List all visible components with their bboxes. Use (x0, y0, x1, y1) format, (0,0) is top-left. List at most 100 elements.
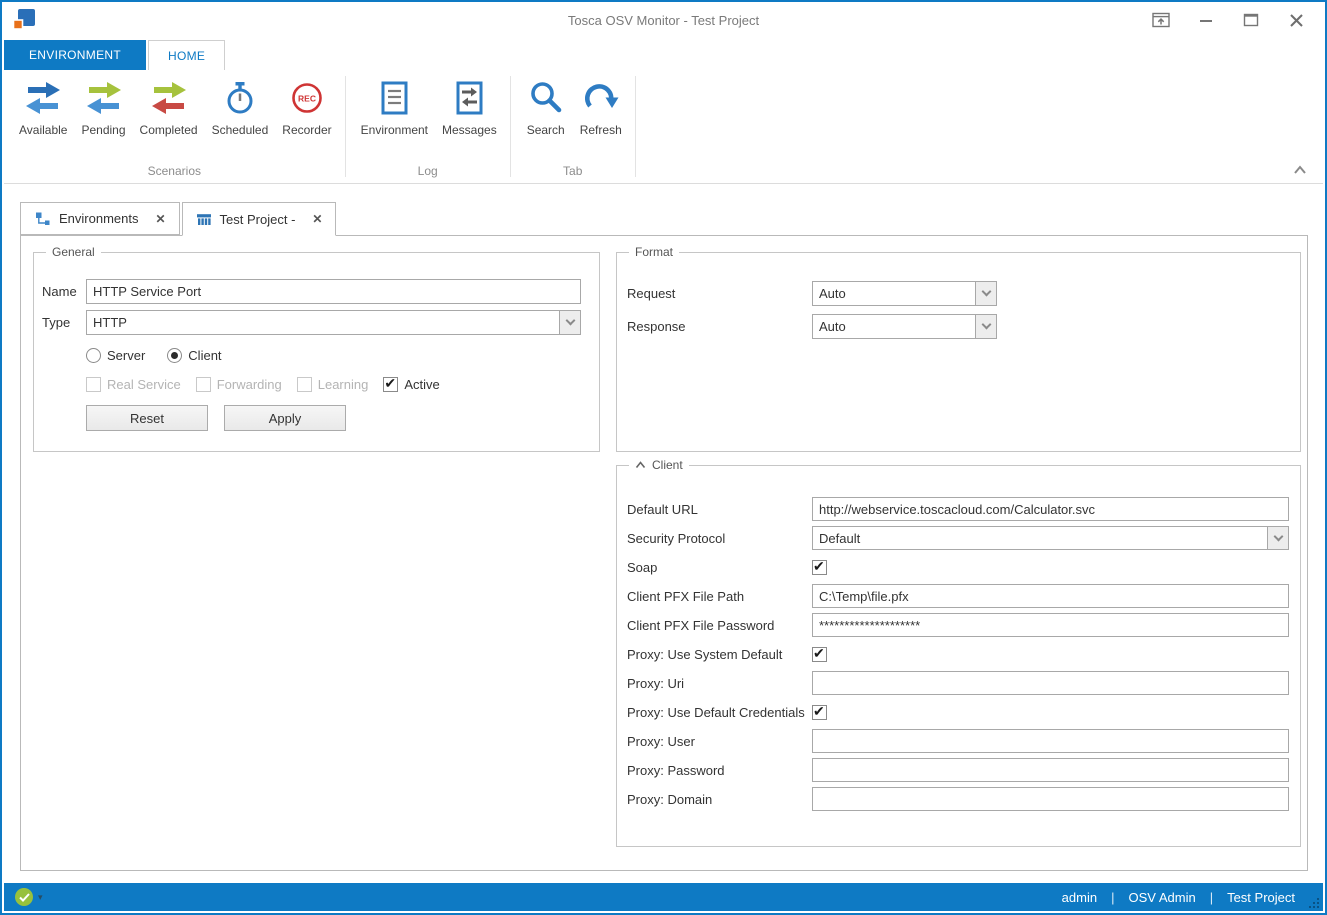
tab-home[interactable]: HOME (148, 40, 225, 70)
proxy-domain-label: Proxy: Domain (627, 792, 812, 807)
soap-checkbox[interactable] (812, 560, 827, 575)
combo-dropdown-button[interactable] (559, 311, 580, 334)
ribbon-button-recorder[interactable]: REC Recorder (275, 76, 338, 141)
name-row: Name (42, 279, 581, 304)
format-groupbox: Format Request Auto Response Auto (616, 252, 1301, 452)
proxy-uri-input[interactable] (812, 671, 1289, 695)
proxy-user-row: Proxy: User (627, 729, 1289, 753)
doc-tab-test-project[interactable]: Test Project - ✕ (182, 202, 337, 236)
radio-icon[interactable] (167, 348, 182, 363)
ribbon-button-available[interactable]: Available (12, 76, 74, 141)
record-icon-text: REC (298, 94, 316, 104)
window-controls (1152, 11, 1305, 29)
status-role: OSV Admin (1128, 890, 1195, 905)
checkbox-icon (297, 377, 312, 392)
close-icon[interactable]: ✕ (155, 212, 165, 226)
client-pfx-file-password-label: Client PFX File Password (627, 618, 812, 633)
request-combo-value: Auto (813, 282, 975, 305)
chevron-down-icon (565, 316, 575, 326)
client-radio-option[interactable]: Client (167, 348, 221, 363)
proxy-password-input[interactable] (812, 758, 1289, 782)
combo-dropdown-button[interactable] (975, 315, 996, 338)
combo-dropdown-button[interactable] (1267, 527, 1288, 549)
default-url-input[interactable] (812, 497, 1289, 521)
default-url-row: Default URL (627, 497, 1289, 521)
general-groupbox: General Name Type HTTP (33, 252, 600, 452)
close-icon[interactable] (1287, 11, 1305, 29)
response-combo-value: Auto (813, 315, 975, 338)
document-tab-bar: Environments ✕ Test Project - ✕ (20, 202, 336, 236)
doc-tab-environments[interactable]: Environments ✕ (20, 202, 180, 235)
combo-dropdown-button[interactable] (975, 282, 996, 305)
building-icon (196, 211, 212, 227)
ribbon-button-pending[interactable]: Pending (74, 76, 132, 141)
options-checkbox-group: Real Service Forwarding Learning Ac (86, 377, 581, 392)
tab-environment[interactable]: ENVIRONMENT (4, 40, 146, 70)
pin-window-icon[interactable] (1152, 11, 1170, 29)
minimize-icon[interactable] (1197, 11, 1215, 29)
chevron-down-icon (1273, 531, 1283, 541)
type-label: Type (42, 315, 86, 330)
groupbox-caption: General (46, 245, 101, 259)
search-icon (526, 80, 566, 116)
groupbox-caption: Format (629, 245, 679, 259)
app-logo-icon (11, 7, 37, 33)
status-ok-icon[interactable] (15, 888, 33, 906)
request-format-combo[interactable]: Auto (812, 281, 997, 306)
hierarchy-icon (34, 211, 51, 227)
radio-icon[interactable] (86, 348, 101, 363)
collapse-section-chevron-up-icon[interactable] (635, 461, 646, 469)
ribbon-button-label: Pending (81, 123, 125, 137)
reset-button[interactable]: Reset (86, 405, 208, 431)
maximize-icon[interactable] (1242, 11, 1260, 29)
apply-button[interactable]: Apply (224, 405, 346, 431)
forwarding-label: Forwarding (217, 377, 282, 392)
collapse-ribbon-chevron-up-icon[interactable] (1293, 165, 1307, 175)
type-row: Type HTTP (42, 310, 581, 335)
proxy-password-row: Proxy: Password (627, 758, 1289, 782)
mode-radio-group: Server Client (86, 348, 581, 363)
name-input[interactable] (86, 279, 581, 304)
checkbox-icon[interactable] (383, 377, 398, 392)
proxy-use-system-default-row: Proxy: Use System Default (627, 642, 1289, 666)
type-combo[interactable]: HTTP (86, 310, 581, 335)
proxy-domain-input[interactable] (812, 787, 1289, 811)
request-row: Request Auto (627, 281, 1300, 306)
doc-tab-label: Test Project - (220, 212, 296, 227)
close-icon[interactable]: ✕ (312, 212, 322, 226)
ribbon-group-log: Environment Messages Log (346, 70, 510, 183)
response-format-combo[interactable]: Auto (812, 314, 997, 339)
active-checkbox-option[interactable]: Active (383, 377, 439, 392)
response-row: Response Auto (627, 314, 1300, 339)
ribbon-button-scheduled[interactable]: Scheduled (205, 76, 276, 141)
server-radio-option[interactable]: Server (86, 348, 145, 363)
proxy-use-default-credentials-checkbox[interactable] (812, 705, 827, 720)
proxy-use-system-default-label: Proxy: Use System Default (627, 647, 812, 662)
proxy-user-input[interactable] (812, 729, 1289, 753)
type-combo-value: HTTP (87, 311, 559, 334)
ribbon-button-messages[interactable]: Messages (435, 76, 504, 141)
status-separator: | (1111, 890, 1114, 905)
response-label: Response (627, 319, 812, 334)
ribbon-group-caption: Scenarios (6, 164, 343, 183)
ribbon-separator (635, 76, 636, 177)
swap-arrows-icon (149, 80, 189, 116)
ribbon-button-completed[interactable]: Completed (133, 76, 205, 141)
security-protocol-combo[interactable]: Default (812, 526, 1289, 550)
status-dropdown-caret-icon[interactable]: ▾ (38, 892, 43, 903)
client-pfx-file-password-input[interactable] (812, 613, 1289, 637)
status-separator: | (1210, 890, 1213, 905)
proxy-use-system-default-checkbox[interactable] (812, 647, 827, 662)
resize-grip[interactable] (1308, 897, 1320, 909)
default-url-label: Default URL (627, 502, 812, 517)
learning-checkbox-option: Learning (297, 377, 369, 392)
ribbon-button-search[interactable]: Search (519, 76, 573, 141)
ribbon-button-environment[interactable]: Environment (354, 76, 435, 141)
status-bar: ▾ admin | OSV Admin | Test Project (4, 883, 1323, 911)
server-radio-label: Server (107, 348, 145, 363)
client-radio-label: Client (188, 348, 221, 363)
client-pfx-file-path-input[interactable] (812, 584, 1289, 608)
ribbon-button-refresh[interactable]: Refresh (573, 76, 629, 141)
status-user: admin (1062, 890, 1097, 905)
status-right-group: admin | OSV Admin | Test Project (1062, 890, 1295, 905)
